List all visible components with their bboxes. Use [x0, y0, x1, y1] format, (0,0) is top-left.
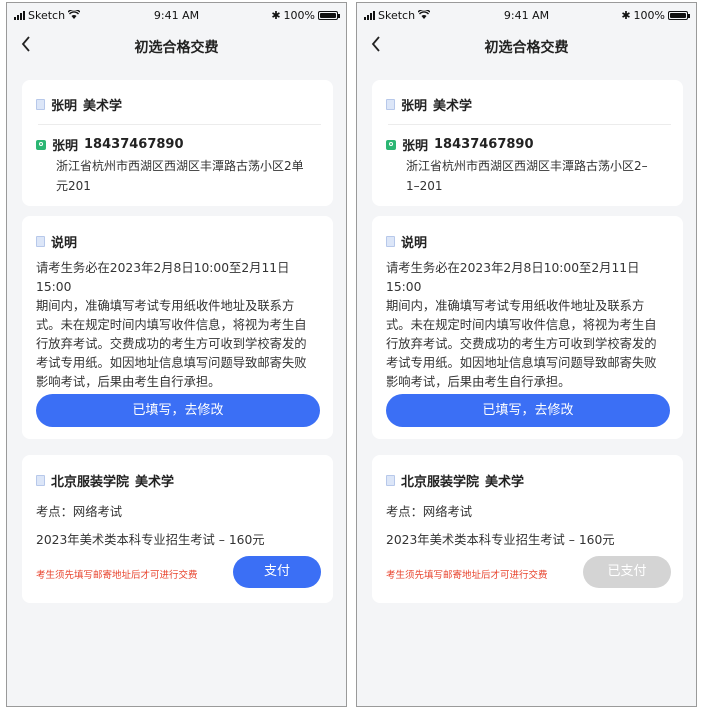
- contact-icon: [36, 139, 46, 150]
- school-major: 美术学: [485, 475, 525, 490]
- edit-address-button[interactable]: 已填写，去修改: [36, 394, 320, 427]
- edit-address-button[interactable]: 已填写，去修改: [386, 394, 670, 427]
- contact-name: 张明: [402, 139, 429, 154]
- exam-site: 考点：网络考试: [386, 505, 473, 519]
- student-name: 张明: [401, 99, 428, 114]
- student-major: 美术学: [83, 99, 123, 114]
- school-major: 美术学: [135, 475, 175, 490]
- notice-text: 请考生务必在2023年2月8日10:00至2月11日15:00 期间内，准确填写…: [386, 261, 657, 389]
- paid-button: 已支付: [583, 556, 671, 588]
- document-icon: [36, 99, 45, 110]
- bluetooth-icon: ✱: [621, 9, 631, 22]
- student-major: 美术学: [433, 99, 473, 114]
- battery-percent: 100%: [633, 9, 665, 22]
- document-icon: [386, 475, 395, 486]
- student-name: 张明: [51, 99, 78, 114]
- nav-bar: 初选合格交费: [7, 29, 346, 63]
- document-icon: [386, 99, 395, 110]
- address-card: 张明 美术学 张明 18437467890 浙江省杭州市西湖区西湖区丰潭路古荡小…: [372, 80, 683, 206]
- divider: [38, 124, 321, 125]
- battery-icon: [318, 11, 340, 20]
- payment-card: 北京服装学院 美术学 考点：网络考试 2023年美术类本科专业招生考试 – 16…: [372, 455, 683, 603]
- notice-text: 请考生务必在2023年2月8日10:00至2月11日15:00 期间内，准确填写…: [36, 261, 307, 389]
- document-icon: [36, 475, 45, 486]
- status-bar: Sketch 9:41 AM ✱ 100%: [7, 3, 346, 29]
- document-icon: [36, 236, 45, 247]
- phone-screen-left: Sketch 9:41 AM ✱ 100% 初选合格交费 张明 美术学 张明 1…: [6, 2, 347, 707]
- exam-site: 考点：网络考试: [36, 505, 123, 519]
- phone-screen-right: Sketch 9:41 AM ✱ 100% 初选合格交费 张明 美术学 张明 1…: [356, 2, 697, 707]
- school-name: 北京服装学院: [401, 475, 480, 490]
- bluetooth-icon: ✱: [271, 9, 281, 22]
- pay-button[interactable]: 支付: [233, 556, 321, 588]
- notice-card: 说明 请考生务必在2023年2月8日10:00至2月11日15:00 期间内，准…: [372, 216, 683, 439]
- payment-warning: 考生须先填写邮寄地址后才可进行交费: [386, 570, 548, 581]
- exam-fee: 2023年美术类本科专业招生考试 – 160元: [36, 533, 265, 547]
- contact-address: 浙江省杭州市西湖区西湖区丰潭路古荡小区2– 1–201: [406, 159, 648, 193]
- school-name: 北京服装学院: [51, 475, 130, 490]
- contact-phone: 18437467890: [84, 137, 184, 152]
- battery-percent: 100%: [283, 9, 315, 22]
- divider: [388, 124, 671, 125]
- payment-warning: 考生须先填写邮寄地址后才可进行交费: [36, 570, 198, 581]
- payment-card: 北京服装学院 美术学 考点：网络考试 2023年美术类本科专业招生考试 – 16…: [22, 455, 333, 603]
- contact-name: 张明: [52, 139, 79, 154]
- address-card: 张明 美术学 张明 18437467890 浙江省杭州市西湖区西湖区丰潭路古荡小…: [22, 80, 333, 206]
- page-title: 初选合格交费: [484, 40, 569, 56]
- document-icon: [386, 236, 395, 247]
- notice-title: 说明: [401, 236, 428, 251]
- contact-phone: 18437467890: [434, 137, 534, 152]
- nav-bar: 初选合格交费: [357, 29, 696, 63]
- page-title: 初选合格交费: [134, 40, 219, 56]
- status-bar: Sketch 9:41 AM ✱ 100%: [357, 3, 696, 29]
- battery-icon: [668, 11, 690, 20]
- contact-icon: [386, 139, 396, 150]
- notice-title: 说明: [51, 236, 78, 251]
- contact-address: 浙江省杭州市西湖区西湖区丰潭路古荡小区2单 元201: [56, 159, 304, 193]
- notice-card: 说明 请考生务必在2023年2月8日10:00至2月11日15:00 期间内，准…: [22, 216, 333, 439]
- exam-fee: 2023年美术类本科专业招生考试 – 160元: [386, 533, 615, 547]
